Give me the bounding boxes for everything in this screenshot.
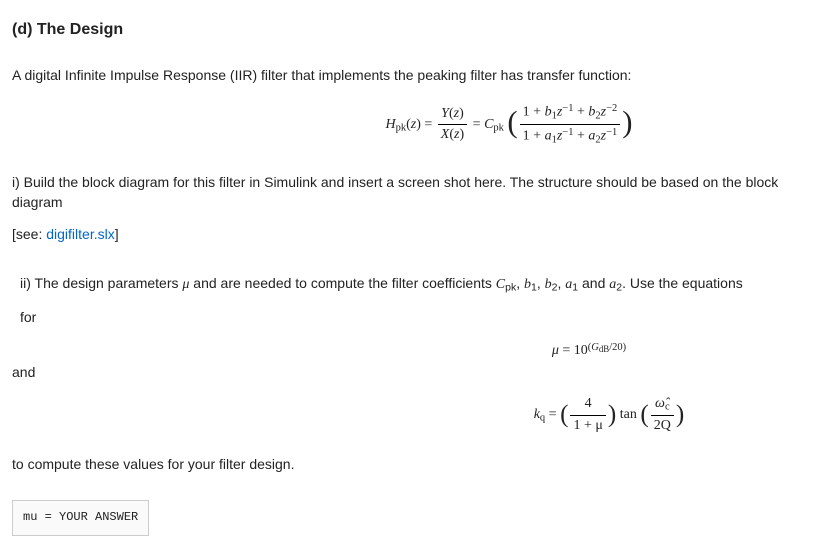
part-ii-leading: ii) The design parameters μ and are need… xyxy=(20,273,826,296)
digifilter-link[interactable]: digifilter.slx xyxy=(46,226,114,242)
intro-paragraph: A digital Infinite Impulse Response (IIR… xyxy=(12,65,826,85)
mu-equation: μ = 10(GdB/20) xyxy=(12,340,826,362)
code-answer-box[interactable]: mu = YOUR ANSWER xyxy=(12,500,149,535)
closing-line: to compute these values for your filter … xyxy=(12,454,826,474)
kq-equation: kq = ( 4 1 + μ ) tan ( ω̂c 2Q ) xyxy=(12,394,826,436)
and-label: and xyxy=(12,362,826,382)
part-i-text: i) Build the block diagram for this filt… xyxy=(12,172,826,213)
section-header: (d) The Design xyxy=(12,18,826,41)
for-label: for xyxy=(20,307,826,327)
transfer-function-equation: Hpk(z) = Y(z) X(z) = Cpk ( 1 + b1z−1 + b… xyxy=(12,101,826,147)
part-i-see-line: [see: digifilter.slx] xyxy=(12,224,826,244)
code-line-1: mu = YOUR ANSWER xyxy=(23,510,138,524)
